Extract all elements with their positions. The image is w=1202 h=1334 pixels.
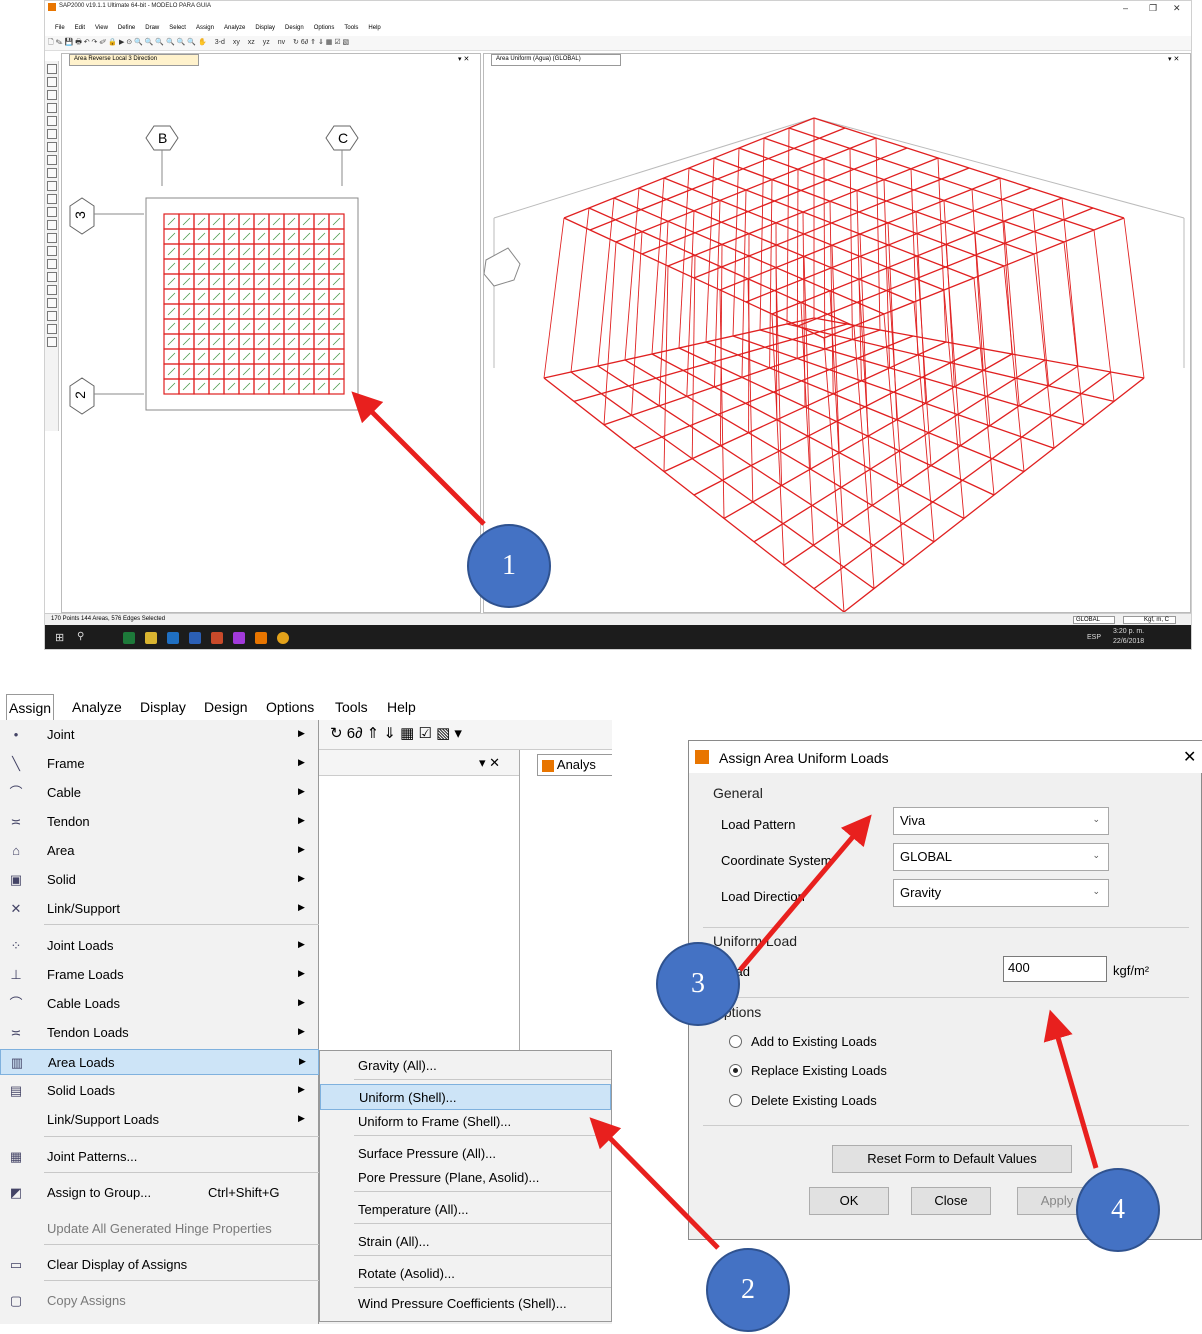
arrow-4 (1043, 1009, 1099, 1169)
arrow-2 (589, 1117, 720, 1250)
callout-4: 4 (1076, 1168, 1160, 1252)
arrow-1 (351, 391, 486, 526)
arrow-3 (738, 814, 872, 972)
callout-2: 2 (706, 1248, 790, 1332)
callout-1: 1 (467, 524, 551, 608)
annotation-arrows (351, 391, 1099, 1250)
callout-3: 3 (656, 942, 740, 1026)
